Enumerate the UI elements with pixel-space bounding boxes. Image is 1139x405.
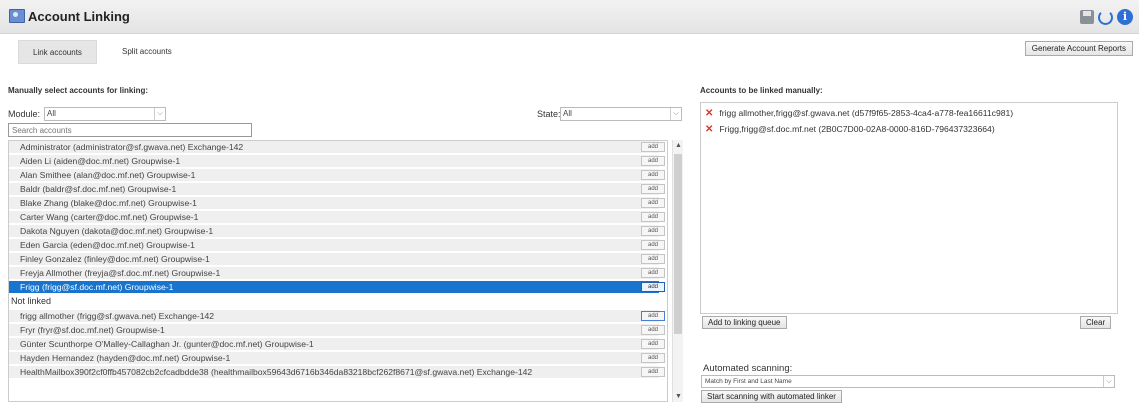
search-input[interactable] — [8, 123, 252, 137]
account-label: Blake Zhang (blake@doc.mf.net) Groupwise… — [20, 198, 197, 208]
scroll-down-icon[interactable]: ▼ — [673, 391, 684, 402]
chevron-down-icon: ⌵ — [154, 108, 165, 120]
list-item[interactable]: Administrator (administrator@sf.gwava.ne… — [9, 141, 665, 154]
account-label: Fryr (fryr@sf.doc.mf.net) Groupwise-1 — [20, 325, 165, 335]
accounts-list: Administrator (administrator@sf.gwava.ne… — [8, 140, 668, 402]
add-button[interactable]: add — [641, 325, 665, 335]
add-button[interactable]: add — [641, 268, 665, 278]
account-label: Hayden Hernandez (hayden@doc.mf.net) Gro… — [20, 353, 231, 363]
info-icon[interactable]: i — [1117, 9, 1133, 25]
list-item[interactable]: Aiden Li (aiden@doc.mf.net) Groupwise-1 a… — [9, 155, 665, 168]
list-item[interactable]: frigg allmother (frigg@sf.gwava.net) Exc… — [9, 310, 665, 323]
account-label: HealthMailbox390f2cf0ffb457082cb2cfcadbd… — [20, 367, 533, 377]
add-to-linking-queue-button[interactable]: Add to linking queue — [702, 316, 787, 329]
match-criteria-value: Match by First and Last Name — [705, 378, 792, 385]
list-item[interactable]: Freyja Allmother (freyja@sf.doc.mf.net) … — [9, 267, 665, 280]
module-select-value: All — [47, 109, 56, 118]
generate-account-reports-button[interactable]: Generate Account Reports — [1024, 41, 1133, 56]
account-label: Frigg (frigg@sf.doc.mf.net) Groupwise-1 — [20, 282, 174, 292]
header-actions: i — [1080, 9, 1133, 25]
tab-split-accounts[interactable]: Split accounts — [108, 40, 186, 64]
list-item[interactable]: Fryr (fryr@sf.doc.mf.net) Groupwise-1 add — [9, 324, 665, 337]
account-label: Dakota Nguyen (dakota@doc.mf.net) Groupw… — [20, 226, 214, 236]
account-label: Freyja Allmother (freyja@sf.doc.mf.net) … — [20, 268, 221, 278]
account-label: Baldr (baldr@sf.doc.mf.net) Groupwise-1 — [20, 184, 177, 194]
linked-section-heading: Accounts to be linked manually: — [700, 86, 823, 95]
add-button[interactable]: add — [641, 226, 665, 236]
tab-link-accounts[interactable]: Link accounts — [18, 40, 97, 64]
list-item[interactable]: HealthMailbox390f2cf0ffb457082cb2cfcadbd… — [9, 366, 665, 379]
linked-item-label: frigg allmother,frigg@sf.gwava.net (d57f… — [719, 108, 1014, 118]
state-select[interactable]: All ⌵ — [560, 107, 682, 121]
account-label: frigg allmother (frigg@sf.gwava.net) Exc… — [20, 311, 215, 321]
scrollbar-thumb[interactable] — [674, 154, 682, 334]
account-linking-icon — [9, 9, 25, 23]
add-button[interactable]: add — [641, 339, 665, 349]
account-label: Eden Garcia (eden@doc.mf.net) Groupwise-… — [20, 240, 195, 250]
chevron-down-icon: ⌵ — [1103, 376, 1114, 387]
add-button[interactable]: add — [641, 282, 665, 292]
account-label: Administrator (administrator@sf.gwava.ne… — [20, 142, 244, 152]
refresh-icon[interactable] — [1098, 9, 1113, 25]
start-automated-scan-button[interactable]: Start scanning with automated linker — [701, 390, 842, 403]
list-item[interactable]: Günter Scunthorpe O'Malley-Callaghan Jr.… — [9, 338, 665, 351]
account-label: Carter Wang (carter@doc.mf.net) Groupwis… — [20, 212, 199, 222]
linked-accounts-box: ✕ frigg allmother,frigg@sf.gwava.net (d57… — [700, 102, 1118, 314]
list-item[interactable]: Finley Gonzalez (finley@doc.mf.net) Grou… — [9, 253, 665, 266]
state-label: State: — [537, 109, 561, 119]
module-select[interactable]: All ⌵ — [44, 107, 166, 121]
linked-item-label: Frigg,frigg@sf.doc.mf.net (2B0C7D00-02A8… — [719, 124, 995, 134]
list-item[interactable]: Carter Wang (carter@doc.mf.net) Groupwis… — [9, 211, 665, 224]
page-title: Account Linking — [28, 9, 130, 24]
add-button[interactable]: add — [641, 254, 665, 264]
add-button[interactable]: add — [641, 198, 665, 208]
add-button[interactable]: add — [641, 184, 665, 194]
account-label: Alan Smithee (alan@doc.mf.net) Groupwise… — [20, 170, 196, 180]
list-item[interactable]: Blake Zhang (blake@doc.mf.net) Groupwise… — [9, 197, 665, 210]
group-header-not-linked: Not linked — [9, 295, 659, 308]
automated-scanning-label: Automated scanning: — [703, 363, 793, 374]
title-bar: Account Linking i — [0, 0, 1139, 34]
add-button[interactable]: add — [641, 142, 665, 152]
account-label: Günter Scunthorpe O'Malley-Callaghan Jr.… — [20, 339, 314, 349]
list-item[interactable]: Alan Smithee (alan@doc.mf.net) Groupwise… — [9, 169, 665, 182]
list-item[interactable]: Eden Garcia (eden@doc.mf.net) Groupwise-… — [9, 239, 665, 252]
module-label: Module: — [8, 109, 41, 119]
add-button[interactable]: add — [641, 212, 665, 222]
add-button[interactable]: add — [641, 367, 665, 377]
clear-button[interactable]: Clear — [1080, 316, 1112, 329]
linked-item: ✕ Frigg,frigg@sf.doc.mf.net (2B0C7D00-02A… — [705, 122, 995, 136]
account-label: Aiden Li (aiden@doc.mf.net) Groupwise-1 — [20, 156, 181, 166]
chevron-down-icon: ⌵ — [670, 108, 681, 120]
match-criteria-select[interactable]: Match by First and Last Name ⌵ — [701, 375, 1115, 388]
add-button[interactable]: add — [641, 311, 665, 321]
remove-icon[interactable]: ✕ — [705, 108, 713, 119]
list-item[interactable]: Dakota Nguyen (dakota@doc.mf.net) Groupw… — [9, 225, 665, 238]
add-button[interactable]: add — [641, 353, 665, 363]
remove-icon[interactable]: ✕ — [705, 124, 713, 135]
list-item-selected[interactable]: Frigg (frigg@sf.doc.mf.net) Groupwise-1 a… — [9, 281, 665, 294]
group-label: Not linked — [11, 296, 52, 306]
scroll-up-icon[interactable]: ▲ — [673, 140, 684, 151]
add-button[interactable]: add — [641, 156, 665, 166]
account-label: Finley Gonzalez (finley@doc.mf.net) Grou… — [20, 254, 210, 264]
add-button[interactable]: add — [641, 240, 665, 250]
save-icon[interactable] — [1080, 10, 1094, 24]
manual-section-heading: Manually select accounts for linking: — [8, 86, 149, 95]
linked-item: ✕ frigg allmother,frigg@sf.gwava.net (d57… — [705, 106, 1013, 120]
list-item[interactable]: Baldr (baldr@sf.doc.mf.net) Groupwise-1 a… — [9, 183, 665, 196]
state-select-value: All — [563, 109, 572, 118]
add-button[interactable]: add — [641, 170, 665, 180]
accounts-list-scrollbar[interactable]: ▲ ▼ — [672, 140, 683, 402]
list-item[interactable]: Hayden Hernandez (hayden@doc.mf.net) Gro… — [9, 352, 665, 365]
